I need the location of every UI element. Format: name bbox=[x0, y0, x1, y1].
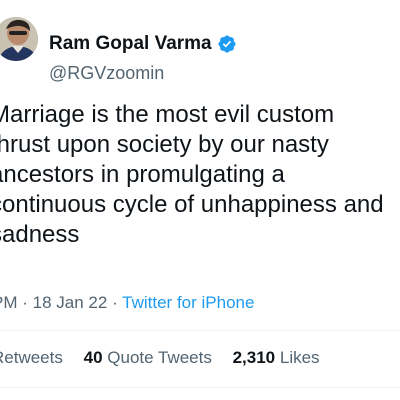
tweet-text: Marriage is the most evil custom thrust … bbox=[0, 100, 400, 260]
quote-tweets-label: Quote Tweets bbox=[107, 348, 212, 367]
quote-tweets-stat[interactable]: 40 Quote Tweets bbox=[84, 347, 212, 369]
tweet-line: Marriage is the most evil custom bbox=[0, 101, 335, 128]
tweet-date[interactable]: 18 Jan 22 bbox=[33, 293, 108, 312]
tweet-line: sadness bbox=[0, 221, 80, 248]
tweet-line: ancestors in promulgating a bbox=[0, 161, 285, 188]
verified-badge-icon bbox=[218, 35, 236, 53]
quote-tweets-count: 40 bbox=[83, 348, 103, 367]
likes-count: 2,310 bbox=[232, 348, 276, 367]
likes-stat[interactable]: 2,310 Likes bbox=[233, 347, 320, 369]
display-name[interactable]: Ram Gopal Varma bbox=[49, 32, 237, 56]
tweet-source-link[interactable]: Twitter for iPhone bbox=[122, 293, 254, 312]
likes-label: Likes bbox=[279, 348, 320, 367]
meta-separator: · bbox=[112, 293, 118, 312]
display-name-text: Ram Gopal Varma bbox=[49, 33, 212, 54]
meta-separator: · bbox=[22, 293, 28, 312]
profile-photo-icon bbox=[0, 17, 38, 61]
divider bbox=[0, 387, 400, 388]
tweet-line: continuous cycle of unhappiness and bbox=[0, 191, 384, 218]
tweet-time[interactable]: PM bbox=[0, 293, 18, 312]
tweet-metadata: PM · 18 Jan 22 · Twitter for iPhone bbox=[0, 292, 254, 314]
tweet-stats: Retweets 40 Quote Tweets 2,310 Likes bbox=[0, 347, 336, 369]
divider bbox=[0, 330, 400, 331]
avatar[interactable] bbox=[0, 17, 38, 61]
retweets-stat[interactable]: Retweets bbox=[0, 347, 63, 369]
retweets-label: Retweets bbox=[0, 348, 63, 367]
user-handle[interactable]: @RGVzoomin bbox=[49, 62, 164, 84]
tweet-line: thrust upon society by our nasty bbox=[0, 131, 329, 158]
